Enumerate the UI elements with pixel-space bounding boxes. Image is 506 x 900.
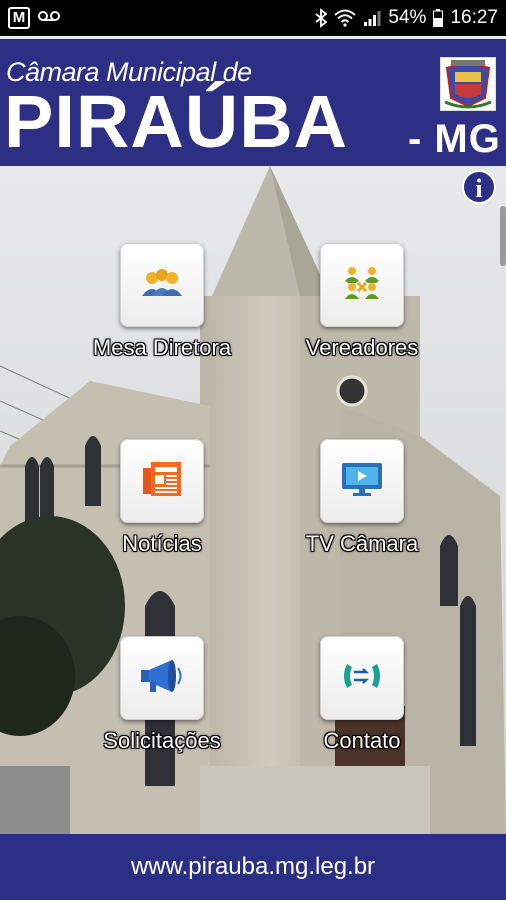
signal-icon [363,9,381,27]
menu-vereadores[interactable]: Vereadores [262,243,462,361]
header-title: PIRAÚBA [4,80,349,163]
status-right: 54% 16:27 [315,7,498,29]
menu-tile[interactable] [120,439,204,523]
menu-tile[interactable] [320,439,404,523]
info-icon: i [475,174,483,203]
newspaper-icon [143,461,181,501]
city-crest-logo [440,57,496,111]
menu-label: Mesa Diretora [92,335,232,360]
voicemail-icon [38,9,60,27]
menu-tile[interactable] [320,636,404,720]
clock: 16:27 [450,7,498,28]
menu-tile[interactable] [120,243,204,327]
menu-contato[interactable]: Contato [262,636,462,754]
wifi-icon [334,9,357,27]
header-state: - MG [408,117,501,161]
councilors-icon [342,265,382,306]
menu-label: Solicitações [103,728,221,753]
menu-tile[interactable] [120,636,204,720]
menu-label: Notícias [122,531,202,556]
battery-percent: 54% [388,7,427,28]
menu-noticias[interactable]: Notícias [62,439,262,557]
info-button[interactable]: i [462,170,496,204]
menu-label: TV Câmara [305,531,419,556]
menu-mesa-diretora[interactable]: Mesa Diretora [62,243,262,361]
menu-solicitacoes[interactable]: Solicitações [62,636,262,754]
status-bar: M 54% 16:27 [0,0,506,36]
monitor-icon [341,462,383,501]
menu-tv-camara[interactable]: TV Câmara [262,439,462,557]
app-header: Câmara Municipal de PIRAÚBA - MG [0,36,506,166]
footer-website-link[interactable]: www.pirauba.mg.leg.br [0,834,506,900]
menu-label: Vereadores [305,335,419,360]
group-people-icon [140,268,184,303]
menu-label: Contato [323,728,401,753]
scrollbar [500,206,506,266]
bluetooth-icon [315,8,328,28]
m-app-icon: M [8,7,30,29]
status-left: M [8,7,60,29]
menu-tile[interactable] [320,243,404,327]
phone-transfer-icon [341,660,383,697]
megaphone-icon [140,658,184,699]
battery-icon [433,9,444,27]
